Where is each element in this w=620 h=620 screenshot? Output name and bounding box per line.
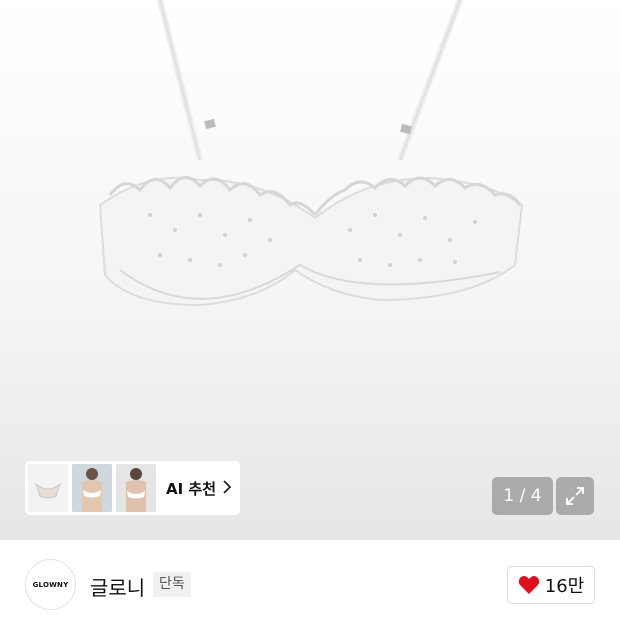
thumbnail-product[interactable]	[28, 464, 68, 512]
chevron-right-icon[interactable]	[222, 479, 232, 498]
thumbnail-model-1[interactable]	[72, 464, 112, 512]
product-image	[98, 0, 524, 307]
brand-name[interactable]: 글로니	[90, 572, 145, 601]
like-button[interactable]: 16만	[507, 566, 595, 604]
ai-recommend-label[interactable]: AI 추천	[166, 478, 216, 499]
brand-bar: GLOWNY 글로니 단독 16만	[0, 540, 620, 620]
brand-logo-text: GLOWNY	[32, 580, 69, 589]
product-gallery[interactable]: AI 추천 1 / 4	[0, 0, 620, 540]
expand-button[interactable]	[556, 477, 594, 515]
ai-recommend-panel[interactable]: AI 추천	[25, 461, 240, 515]
like-count: 16만	[544, 576, 585, 597]
exclusive-badge: 단독	[153, 572, 191, 597]
expand-icon	[566, 487, 584, 505]
brand-logo[interactable]: GLOWNY	[25, 559, 76, 610]
heart-icon	[518, 576, 540, 594]
image-pager: 1 / 4	[492, 477, 553, 515]
thumbnail-model-2[interactable]	[116, 464, 156, 512]
